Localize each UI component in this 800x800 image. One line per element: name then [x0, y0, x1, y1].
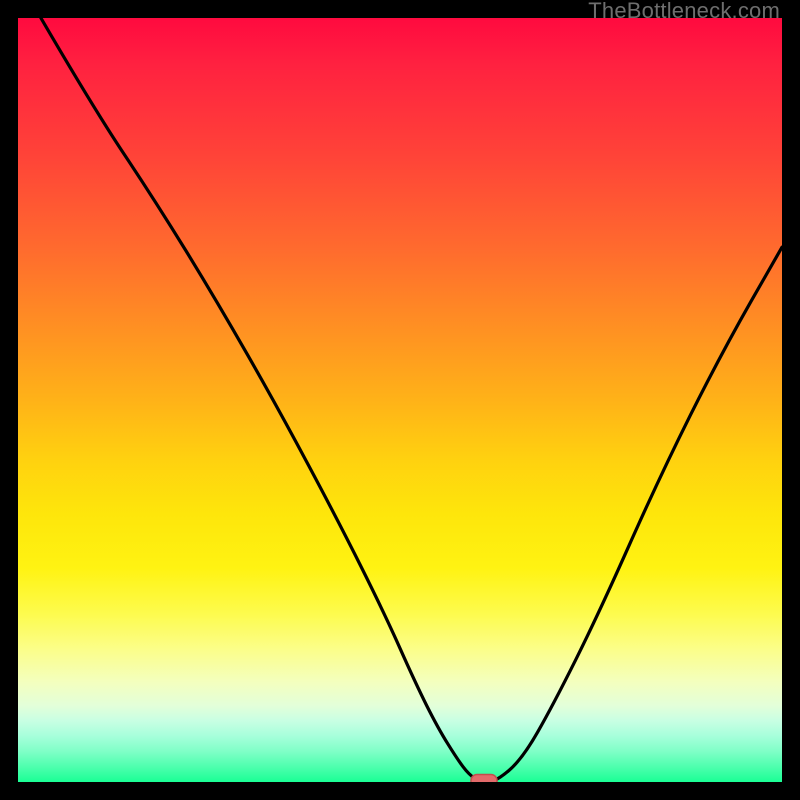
bottleneck-curve [41, 18, 782, 782]
curve-layer [18, 18, 782, 782]
bottleneck-marker [471, 775, 497, 783]
chart-frame: TheBottleneck.com [0, 0, 800, 800]
bottleneck-curve-group [41, 18, 782, 782]
plot-area [18, 18, 782, 782]
